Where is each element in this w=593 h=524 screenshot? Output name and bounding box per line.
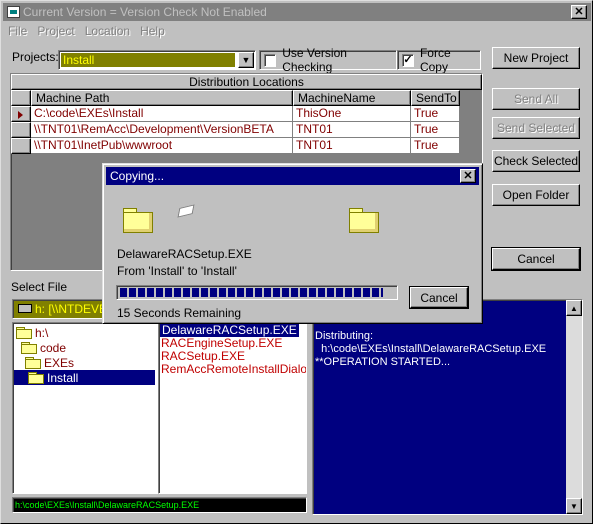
destination-folder-icon — [349, 208, 379, 233]
projects-combo[interactable]: Install ▼ — [58, 50, 256, 70]
row-selector[interactable] — [11, 122, 31, 138]
cell-sendto[interactable]: True — [411, 106, 460, 122]
send-selected-button[interactable]: Send Selected — [492, 117, 580, 139]
cell-sendto[interactable]: True — [411, 138, 460, 154]
cell-path[interactable]: \\TNT01\RemAcc\Development\VersionBETA — [31, 122, 293, 138]
close-icon[interactable]: ✕ — [571, 5, 587, 19]
version-checking-label: Use Version Checking — [282, 46, 347, 74]
open-folder-label: Open Folder — [502, 188, 570, 202]
projects-value: Install — [61, 53, 235, 67]
copy-progress-bar — [116, 285, 398, 300]
drive-icon — [18, 304, 32, 313]
dir-label: EXEs — [44, 355, 75, 370]
version-checking-option[interactable]: Use Version Checking — [259, 46, 397, 74]
dir-label: code — [40, 340, 67, 355]
send-selected-label: Send Selected — [496, 121, 576, 135]
projects-label: Projects: — [12, 50, 59, 64]
header-corner — [11, 90, 31, 106]
drive-value: h: [\\NTDEVE — [35, 302, 108, 316]
folder-icon — [28, 372, 44, 384]
send-all-label: Send All — [513, 92, 559, 106]
row-selector[interactable] — [11, 138, 31, 154]
copy-remaining: 15 Seconds Remaining — [117, 306, 242, 320]
column-header-path[interactable]: Machine Path — [31, 90, 293, 106]
check-selected-button[interactable]: Check Selected — [492, 150, 580, 172]
app-icon — [7, 6, 20, 18]
dialog-cancel-label: Cancel — [420, 290, 458, 305]
folder-icon — [21, 342, 37, 354]
cell-path[interactable]: C:\code\EXEs\Install — [31, 106, 293, 122]
cancel-button[interactable]: Cancel — [491, 247, 581, 271]
log-line: h:\code\EXEs\Install\DelawareRACSetup.EX… — [315, 343, 547, 355]
send-all-button[interactable]: Send All — [492, 88, 580, 110]
scroll-down-icon[interactable]: ▼ — [566, 498, 582, 514]
menu-help[interactable]: Help — [135, 24, 170, 38]
grid-caption: Distribution Locations — [11, 74, 482, 90]
dir-item[interactable]: EXEs — [25, 355, 74, 370]
dropdown-arrow-icon[interactable]: ▼ — [238, 52, 254, 68]
cell-machine[interactable]: ThisOne — [293, 106, 411, 122]
menu-project[interactable]: Project — [32, 24, 79, 38]
open-folder-button[interactable]: Open Folder — [492, 184, 580, 206]
copy-from-to: From 'Install' to 'Install' — [117, 264, 237, 278]
log-line: **OPERATION STARTED... — [315, 356, 451, 368]
column-header-machine[interactable]: MachineName — [293, 90, 411, 106]
cell-path[interactable]: \\TNT01\InetPub\wwwroot — [31, 138, 293, 154]
table-row[interactable]: \\TNT01\RemAcc\Development\VersionBETA T… — [11, 122, 460, 138]
copy-filename: DelawareRACSetup.EXE — [117, 247, 252, 261]
cell-sendto[interactable]: True — [411, 122, 460, 138]
force-copy-checkbox[interactable]: ✓ — [402, 53, 414, 67]
dir-item[interactable]: h:\ — [16, 325, 48, 340]
column-header-sendto[interactable]: SendTo — [411, 90, 460, 106]
row-pointer-icon — [18, 111, 23, 119]
check-selected-label: Check Selected — [493, 154, 579, 168]
new-project-label: New Project — [503, 51, 569, 65]
copying-dialog: Copying... ✕ DelawareRACSetup.EXE From '… — [102, 163, 483, 324]
dir-label: Install — [47, 370, 79, 385]
log-text: Distributing: h:\code\EXEs\Install\Delaw… — [315, 330, 546, 369]
dialog-title-bar: Copying... ✕ — [106, 167, 479, 185]
grid-caption-text: Distribution Locations — [189, 75, 304, 89]
menu-file[interactable]: File — [3, 24, 32, 38]
log-scrollbar[interactable]: ▲ ▼ — [566, 300, 582, 514]
version-checking-checkbox[interactable] — [264, 53, 277, 67]
dialog-cancel-button[interactable]: Cancel — [409, 286, 469, 309]
window-title: Current Version = Version Check Not Enab… — [23, 5, 267, 19]
menu-location[interactable]: Location — [80, 24, 135, 38]
cancel-label: Cancel — [517, 252, 555, 266]
folder-icon — [25, 357, 41, 369]
log-pane[interactable]: Distributing: h:\code\EXEs\Install\Delaw… — [312, 299, 583, 515]
force-copy-option[interactable]: ✓ Force Copy — [397, 46, 481, 74]
title-bar: Current Version = Version Check Not Enab… — [3, 3, 591, 21]
file-item[interactable]: RemAccRemoteInstallDialog.b — [161, 363, 306, 376]
scroll-up-icon[interactable]: ▲ — [566, 300, 582, 316]
copy-progress-fill — [120, 288, 383, 297]
new-project-button[interactable]: New Project — [492, 47, 580, 69]
dialog-close-icon[interactable]: ✕ — [460, 169, 476, 183]
log-line: Distributing: — [315, 330, 374, 342]
folder-icon — [16, 327, 32, 339]
paper-icon — [177, 204, 195, 218]
dir-label: h:\ — [35, 325, 49, 340]
force-copy-label: Force Copy — [419, 46, 451, 74]
source-folder-icon — [123, 208, 153, 233]
select-file-label: Select File — [11, 280, 68, 294]
menu-bar: File Project Location Help — [3, 22, 170, 40]
main-window: Current Version = Version Check Not Enab… — [0, 0, 593, 524]
dir-item[interactable]: code — [21, 340, 66, 355]
file-list[interactable]: DelawareRACSetup.EXE RACEngineSetup.EXE … — [158, 322, 307, 494]
table-row[interactable]: C:\code\EXEs\Install ThisOne True — [11, 106, 460, 122]
row-selector[interactable] — [11, 106, 31, 122]
directory-list[interactable]: h:\ code EXEs Install — [12, 322, 158, 494]
selected-path: h:\code\EXEs\Install\DelawareRACSetup.EX… — [12, 497, 307, 513]
table-row[interactable]: \\TNT01\InetPub\wwwroot TNT01 True — [11, 138, 460, 154]
dialog-title: Copying... — [110, 169, 165, 183]
cell-machine[interactable]: TNT01 — [293, 122, 411, 138]
cell-machine[interactable]: TNT01 — [293, 138, 411, 154]
dir-item-selected[interactable]: Install — [14, 370, 155, 385]
